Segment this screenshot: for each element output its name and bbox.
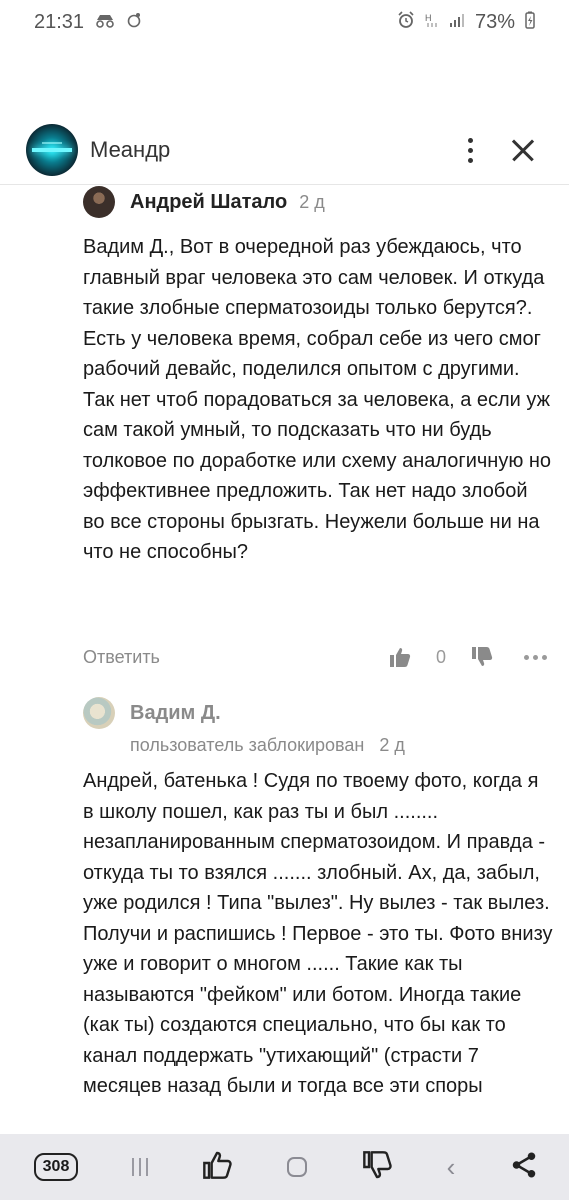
svg-text:H: H [425, 13, 432, 23]
avatar[interactable] [83, 697, 115, 729]
comment-item: Андрей Шатало 2 д Вадим Д., Вот в очеред… [83, 186, 553, 568]
status-right: H 73% [397, 11, 535, 34]
tabs-count-button[interactable]: 308 [34, 1153, 78, 1181]
comment-text: Андрей, батенька ! Судя по твоему фото, … [83, 770, 553, 1097]
network-h-icon: H [425, 12, 439, 33]
notification-icon [126, 11, 142, 34]
back-icon[interactable]: ‹ [447, 1154, 456, 1180]
more-icon[interactable] [524, 654, 547, 660]
thumbs-down-icon[interactable] [361, 1149, 393, 1186]
comment-text: Вадим Д., Вот в очередной раз убеждаюсь,… [83, 236, 552, 563]
avatar[interactable] [83, 186, 115, 218]
user-status: пользователь заблокирован [130, 735, 365, 755]
channel-avatar[interactable] [26, 124, 78, 176]
more-options-icon[interactable] [455, 130, 485, 170]
thumbs-down-icon[interactable] [470, 645, 494, 669]
thumbs-up-icon[interactable] [388, 645, 412, 669]
comment-author[interactable]: Вадим Д. [130, 702, 221, 725]
comment-header: Андрей Шатало 2 д [83, 186, 553, 218]
incognito-icon [94, 11, 116, 34]
share-icon[interactable] [509, 1150, 539, 1185]
comment-time: 2 д [379, 735, 405, 755]
status-left: 21:31 [34, 11, 142, 34]
header-divider [0, 184, 569, 185]
status-time: 21:31 [34, 10, 85, 33]
bottom-bar: 308 ‹ [0, 1134, 569, 1200]
battery-charging-icon [525, 11, 535, 34]
recent-apps-icon[interactable] [131, 1158, 148, 1176]
comment-author[interactable]: Андрей Шатало [130, 191, 287, 214]
signal-icon [449, 12, 465, 33]
reply-button[interactable]: Ответить [83, 647, 388, 668]
alarm-icon [397, 10, 415, 34]
screen: 21:31 H 73% Меандр Андрей Шатало 2 д Вад… [0, 0, 569, 1200]
status-bar: 21:31 H 73% [0, 0, 569, 44]
close-icon[interactable] [503, 130, 543, 170]
app-header: Меандр [0, 118, 569, 182]
thumbs-up-icon[interactable] [201, 1149, 233, 1186]
comment-actions: Ответить 0 [83, 640, 547, 674]
comment-item: Вадим Д. пользователь заблокирован 2 д А… [83, 697, 553, 1102]
comment-time: 2 д [299, 191, 325, 212]
user-status-line: пользователь заблокирован 2 д [130, 735, 553, 756]
comment-header: Вадим Д. [83, 697, 553, 729]
home-icon[interactable] [287, 1157, 308, 1177]
channel-name[interactable]: Меандр [90, 137, 455, 163]
like-count: 0 [435, 646, 446, 667]
battery-percent: 73% [474, 10, 515, 33]
